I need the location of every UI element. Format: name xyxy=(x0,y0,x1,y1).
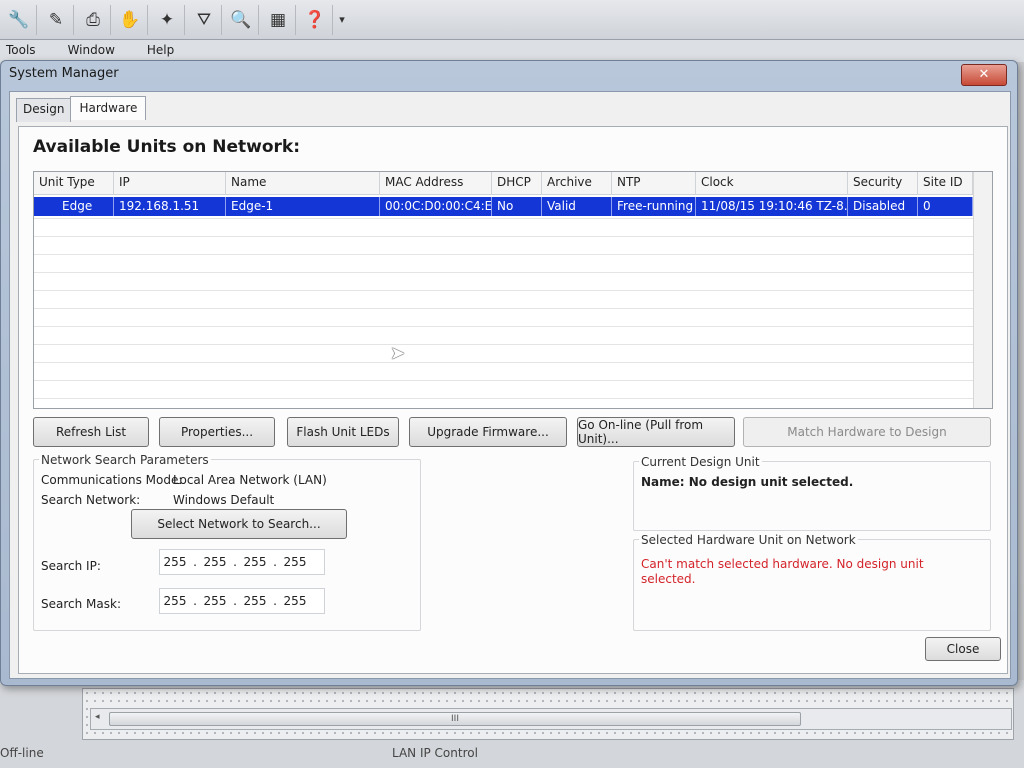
current-design-group xyxy=(633,461,991,531)
close-icon[interactable]: ✕ xyxy=(961,64,1007,86)
cell-name: Edge-1 xyxy=(226,197,380,216)
grid-scrollbar[interactable] xyxy=(973,172,992,408)
app-toolbar: 🔧 ✎ ⎙ ✋ ✦ ⛛ 🔍 ▦ ❓ ▾ xyxy=(0,0,1024,40)
cell-site-id: 0 xyxy=(918,197,973,216)
column-header[interactable]: MAC Address xyxy=(380,172,492,194)
zoom-icon[interactable]: 🔍 xyxy=(224,4,259,35)
comm-mode-value: Local Area Network (LAN) xyxy=(173,473,327,487)
dropdown-arrow-icon[interactable]: ▾ xyxy=(335,5,349,35)
horizontal-scrollbar[interactable]: ◂ III xyxy=(90,708,1012,730)
help-icon[interactable]: ❓ xyxy=(298,4,333,35)
cell-ntp: Free-running xyxy=(612,197,696,216)
column-header[interactable]: NTP xyxy=(612,172,696,194)
cell-ip: 192.168.1.51 xyxy=(114,197,226,216)
mask-octet[interactable]: 255 xyxy=(160,594,190,608)
cell-clock: 11/08/15 19:10:46 TZ-8.0 xyxy=(696,197,848,216)
cell-dhcp: No xyxy=(492,197,542,216)
column-header[interactable]: DHCP xyxy=(492,172,542,194)
search-mask-label: Search Mask: xyxy=(41,597,121,611)
cell-unit-type: Edge xyxy=(34,197,114,216)
hardware-error-line1: Can't match selected hardware. No design… xyxy=(641,557,924,571)
refresh-list-button[interactable]: Refresh List xyxy=(33,417,149,447)
dialog-title: System Manager xyxy=(9,66,119,81)
ip-octet[interactable]: 255 xyxy=(280,555,310,569)
current-design-title: Current Design Unit xyxy=(639,455,762,469)
mask-octet[interactable]: 255 xyxy=(240,594,270,608)
search-network-label: Search Network: xyxy=(41,493,141,507)
column-header[interactable]: Clock xyxy=(696,172,848,194)
scroll-left-icon[interactable]: ◂ xyxy=(95,712,100,722)
close-button[interactable]: Close xyxy=(925,637,1001,661)
match-hardware-button[interactable]: Match Hardware to Design xyxy=(743,417,991,447)
menu-window[interactable]: Window xyxy=(62,40,121,62)
layout-icon[interactable]: ▦ xyxy=(261,4,296,35)
properties-button[interactable]: Properties... xyxy=(159,417,275,447)
table-row[interactable]: Edge 192.168.1.51 Edge-1 00:0C:D0:00:C4:… xyxy=(34,197,973,216)
tab-design[interactable]: Design xyxy=(16,98,72,122)
hardware-panel: Available Units on Network: Unit Type IP… xyxy=(18,126,1008,674)
search-mask-field[interactable]: 255. 255. 255. 255 xyxy=(159,588,325,614)
ip-octet[interactable]: 255 xyxy=(240,555,270,569)
mouse-cursor-icon: ➤ xyxy=(390,343,406,364)
cell-security: Disabled xyxy=(848,197,918,216)
app-menubar: Tools Window Help xyxy=(0,40,1024,62)
search-ip-label: Search IP: xyxy=(41,559,101,573)
ip-octet[interactable]: 255 xyxy=(200,555,230,569)
package-icon[interactable]: ✦ xyxy=(150,4,185,35)
page-title: Available Units on Network: xyxy=(33,137,301,157)
column-header[interactable]: Archive xyxy=(542,172,612,194)
menu-tools[interactable]: Tools xyxy=(0,40,42,62)
mask-octet[interactable]: 255 xyxy=(200,594,230,608)
column-header[interactable]: Name xyxy=(226,172,380,194)
scroll-thumb[interactable]: III xyxy=(109,712,801,726)
select-network-button[interactable]: Select Network to Search... xyxy=(131,509,347,539)
tab-strip: Design Hardware xyxy=(16,96,147,122)
status-offline: Off-line xyxy=(0,746,44,760)
column-header[interactable]: Unit Type xyxy=(34,172,114,194)
menu-help[interactable]: Help xyxy=(141,40,180,62)
print-icon[interactable]: ⎙ xyxy=(76,4,111,35)
current-design-name: Name: No design unit selected. xyxy=(641,475,854,489)
tab-hardware[interactable]: Hardware xyxy=(70,96,147,120)
filter-icon[interactable]: ⛛ xyxy=(187,4,222,35)
column-header[interactable]: Site ID xyxy=(918,172,973,194)
scroll-grip: III xyxy=(451,714,459,724)
hardware-error-line2: selected. xyxy=(641,572,696,586)
selected-hardware-title: Selected Hardware Unit on Network xyxy=(639,533,858,547)
cell-mac: 00:0C:D0:00:C4:E9 xyxy=(380,197,492,216)
units-grid[interactable]: Unit Type IP Name MAC Address DHCP Archi… xyxy=(33,171,993,409)
go-online-button[interactable]: Go On-line (Pull from Unit)... xyxy=(577,417,735,447)
column-header[interactable]: IP xyxy=(114,172,226,194)
status-control: LAN IP Control xyxy=(392,746,478,760)
flash-leds-button[interactable]: Flash Unit LEDs xyxy=(287,417,399,447)
comm-mode-label: Communications Mode: xyxy=(41,473,183,487)
network-search-title: Network Search Parameters xyxy=(39,453,211,467)
dialog-client: Design Hardware Available Units on Netwo… xyxy=(9,91,1011,679)
hand-icon[interactable]: ✋ xyxy=(113,4,148,35)
search-network-value: Windows Default xyxy=(173,493,275,507)
system-manager-dialog: System Manager ✕ Design Hardware Availab… xyxy=(0,60,1018,686)
wrench-icon[interactable]: 🔧 xyxy=(2,4,37,35)
cell-archive: Valid xyxy=(542,197,612,216)
upgrade-firmware-button[interactable]: Upgrade Firmware... xyxy=(409,417,567,447)
grid-header: Unit Type IP Name MAC Address DHCP Archi… xyxy=(34,172,992,195)
edit-icon[interactable]: ✎ xyxy=(39,4,74,35)
search-ip-field[interactable]: 255. 255. 255. 255 xyxy=(159,549,325,575)
mask-octet[interactable]: 255 xyxy=(280,594,310,608)
column-header[interactable]: Security xyxy=(848,172,918,194)
ip-octet[interactable]: 255 xyxy=(160,555,190,569)
